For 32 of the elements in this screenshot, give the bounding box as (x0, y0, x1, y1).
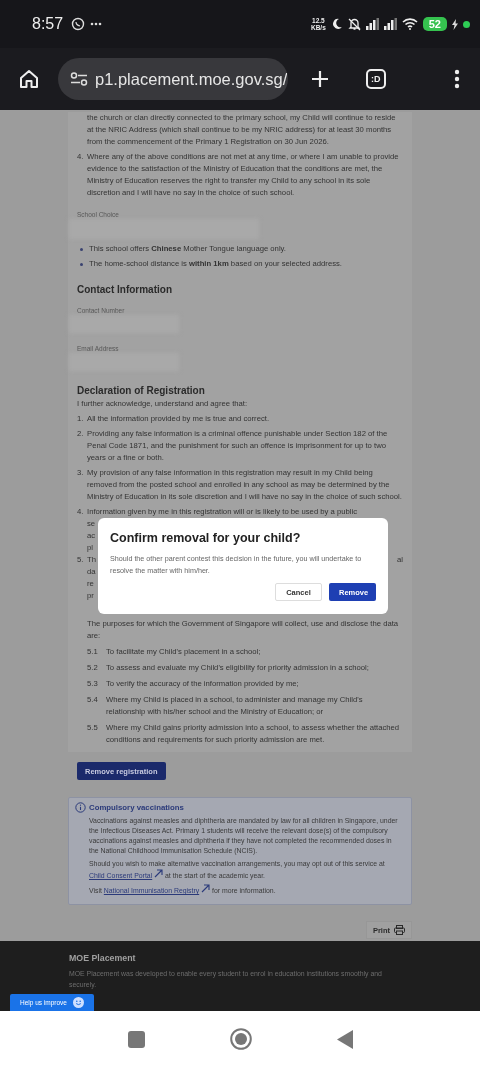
info-icon (75, 802, 86, 813)
printer-icon (394, 925, 405, 935)
bell-off-icon (347, 17, 361, 31)
more-icon (90, 22, 103, 26)
smiley-icon (72, 997, 84, 1008)
tab-switcher-button[interactable]: :D (366, 69, 386, 89)
new-tab-icon[interactable] (311, 70, 329, 88)
url-text: p1.placement.moe.gov.sg/ (95, 69, 288, 89)
recents-icon[interactable] (127, 1030, 145, 1048)
bullet-dot (80, 247, 83, 251)
section-heading: Declaration of Registration (77, 385, 206, 396)
home-button-icon[interactable] (229, 1028, 252, 1050)
external-link-icon (201, 884, 211, 893)
bullet-dot (80, 262, 83, 266)
battery-level: 52 (422, 17, 447, 31)
chat-icon (71, 17, 86, 31)
external-link-icon (154, 869, 164, 878)
bolt-icon (452, 18, 458, 30)
moon-icon (330, 18, 343, 30)
footer-title: MOE Placement (69, 953, 137, 963)
section-heading: Contact Information (77, 284, 173, 295)
home-icon[interactable] (19, 69, 39, 89)
dialog-title: Confirm removal for your child? (110, 531, 302, 545)
signal-icon (365, 18, 379, 30)
back-icon[interactable] (336, 1029, 353, 1049)
menu-icon[interactable] (454, 69, 460, 89)
tune-icon[interactable] (70, 72, 88, 86)
wifi-icon (401, 18, 418, 30)
dot-icon (463, 20, 470, 28)
address-bar[interactable]: p1.placement.moe.gov.sg/ (58, 58, 288, 100)
clock-time: 8:57 (32, 15, 64, 33)
signal-icon (383, 18, 397, 30)
